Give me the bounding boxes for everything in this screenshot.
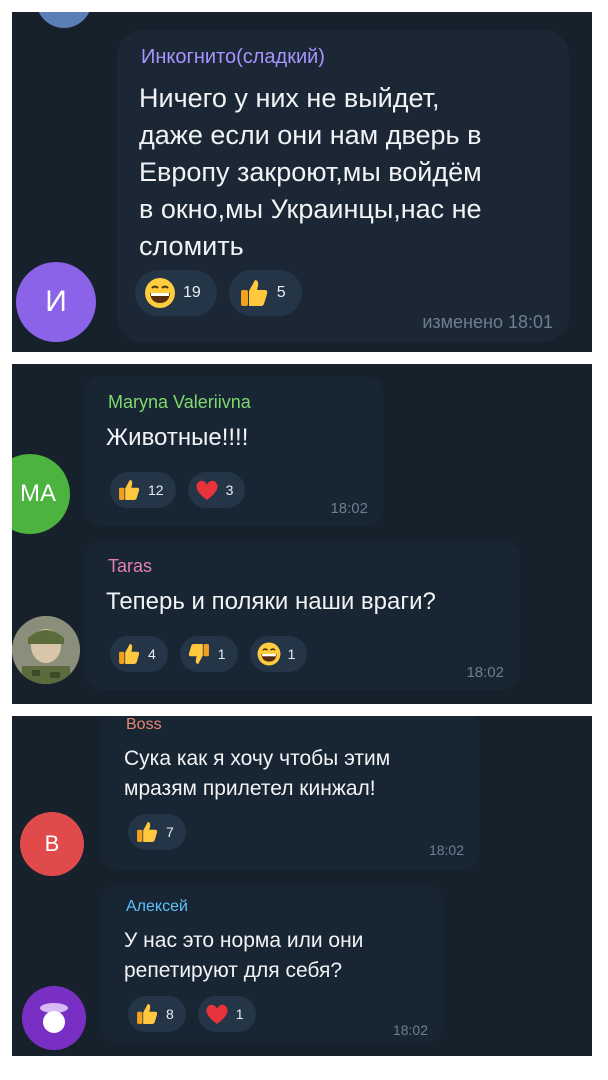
reaction-heart[interactable]: 1 — [197, 996, 256, 1032]
thumbs-up-icon — [237, 276, 271, 310]
thumbs-up-icon — [134, 1001, 160, 1027]
reaction-count: 1 — [217, 646, 226, 662]
avatar-maryna[interactable]: МА — [12, 454, 70, 534]
avatar-letter: И — [45, 285, 67, 318]
grin-icon — [256, 641, 282, 667]
message-line: Ничего у них не выйдет, — [139, 83, 440, 113]
reactions-row: 4 1 1 — [110, 636, 308, 672]
reaction-count: 4 — [148, 646, 156, 662]
reaction-count: 5 — [276, 284, 286, 301]
reactions-row: 12 3 — [110, 472, 246, 508]
message-line: в окно,мы Украинцы,нас не — [139, 194, 482, 224]
author-name[interactable]: Boss — [126, 716, 162, 734]
thumbs-up-icon — [116, 477, 142, 503]
message-text: Животные!!!! — [106, 424, 248, 452]
reaction-heart[interactable]: 3 — [187, 472, 246, 508]
message-text: Сука как я хочу чтобы этим мразям прилет… — [124, 744, 390, 804]
avatar-taras[interactable] — [12, 616, 80, 684]
reactions-row: 19 5 — [135, 270, 302, 316]
message-line: Европу закроют,мы войдём — [139, 157, 482, 187]
author-name[interactable]: Maryna Valeriivna — [108, 392, 251, 413]
message-line: даже если они нам дверь в — [139, 120, 482, 150]
message-line: Животные!!!! — [106, 424, 249, 451]
reaction-count: 8 — [166, 1006, 174, 1022]
avatar-incognito[interactable]: И — [16, 262, 96, 342]
reaction-count: 1 — [235, 1006, 244, 1022]
message-text: Ничего у них не выйдет, даже если они на… — [139, 80, 482, 265]
soldier-avatar-icon — [12, 616, 80, 684]
message-bubble-incognito[interactable]: Инкогнито(сладкий) Ничего у них не выйде… — [117, 30, 569, 342]
message-text: У нас это норма или они репетируют для с… — [124, 926, 363, 986]
thumbs-up-icon — [116, 641, 142, 667]
message-text: Теперь и поляки наши враги? — [106, 588, 436, 616]
reactions-row: 8 1 — [128, 996, 256, 1032]
message-time: изменено 18:01 — [422, 312, 553, 332]
avatar-boss[interactable]: B — [20, 812, 84, 876]
message-time: 18:02 — [330, 500, 368, 517]
avatar-logo-icon — [40, 1003, 68, 1033]
reaction-count: 1 — [287, 646, 296, 662]
reaction-thumbs-up[interactable]: 4 — [110, 636, 168, 672]
author-name[interactable]: Инкогнито(сладкий) — [141, 46, 325, 69]
message-line: Сука как я хочу чтобы этим — [124, 747, 391, 770]
avatar-letter: B — [44, 831, 60, 856]
thumbs-up-icon — [134, 819, 160, 845]
message-bubble-taras[interactable]: Taras Теперь и поляки наши враги? 4 1 1 … — [84, 540, 520, 690]
message-bubble-boss[interactable]: Boss Сука как я хочу чтобы этим мразям п… — [100, 716, 480, 870]
heart-icon — [194, 477, 220, 503]
heart-icon — [204, 1001, 230, 1027]
chat-screenshot-panel-1: И Инкогнито(сладкий) Ничего у них не вый… — [12, 12, 592, 352]
reaction-thumbs-up[interactable]: 5 — [228, 270, 302, 316]
reaction-count: 12 — [148, 482, 164, 498]
reaction-count: 3 — [225, 482, 234, 498]
author-name[interactable]: Алексей — [126, 898, 188, 916]
reactions-row: 7 — [128, 814, 186, 850]
message-line: сломить — [139, 231, 244, 261]
chat-screenshot-panel-2: МА Maryna Valeriivna Животные!!!! 12 3 1… — [12, 364, 592, 704]
reaction-grin[interactable]: 1 — [249, 636, 308, 672]
message-bubble-aleksey[interactable]: Алексей У нас это норма или они репетиру… — [100, 884, 444, 1044]
reaction-thumbs-up[interactable]: 8 — [128, 996, 186, 1032]
message-line: репетируют для себя? — [124, 959, 343, 982]
message-time: 18:02 — [428, 842, 464, 858]
reaction-count: 19 — [183, 284, 201, 301]
reaction-thumbs-up[interactable]: 7 — [128, 814, 186, 850]
avatar-aleksey[interactable] — [22, 986, 86, 1050]
author-name[interactable]: Taras — [108, 556, 152, 577]
reaction-thumbs-down[interactable]: 1 — [179, 636, 238, 672]
grin-icon — [143, 276, 177, 310]
thumbs-down-icon — [186, 641, 212, 667]
chat-screenshot-panel-3: B Boss Сука как я хочу чтобы этим мразям… — [12, 716, 592, 1056]
avatar-letter: МА — [20, 480, 56, 507]
reaction-thumbs-up[interactable]: 12 — [110, 472, 176, 508]
message-time: 18:02 — [466, 664, 504, 681]
message-line: мразям прилетел кинжал! — [124, 777, 376, 800]
message-bubble-maryna[interactable]: Maryna Valeriivna Животные!!!! 12 3 18:0… — [84, 376, 384, 526]
message-line: У нас это норма или они — [124, 929, 364, 952]
reaction-grin[interactable]: 19 — [135, 270, 217, 316]
avatar-top-partial[interactable] — [36, 12, 92, 28]
message-time: 18:02 — [392, 1022, 428, 1038]
message-line: Теперь и поляки наши враги? — [106, 588, 436, 615]
reaction-count: 7 — [166, 824, 174, 840]
